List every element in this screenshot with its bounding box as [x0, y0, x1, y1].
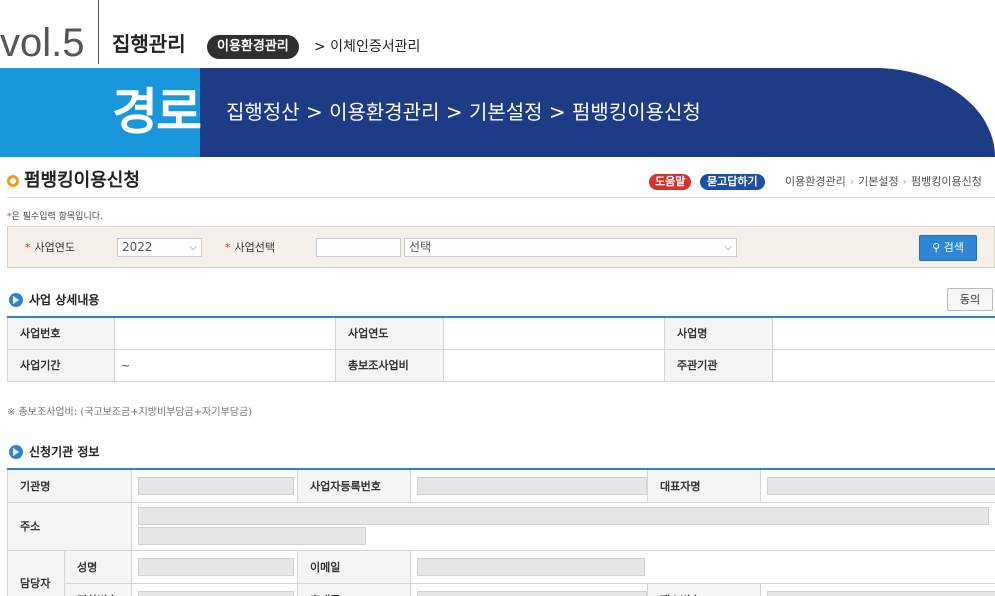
fax-label: 팩스번호 — [647, 582, 761, 596]
bizno-label: 사업자등록번호 — [297, 468, 411, 503]
year-select[interactable]: 2022 ⌵ — [117, 238, 202, 257]
manager-name-label: 성명 — [64, 549, 132, 584]
detail-value — [443, 348, 665, 382]
sub-breadcrumb: > 이체인증서관리 — [314, 39, 421, 55]
detail-label: 사업번호 — [7, 316, 115, 350]
table-row: 기관명 사업자등록번호 대표자명 — [7, 468, 995, 503]
qa-button[interactable]: 묻고답하기 — [700, 174, 765, 190]
email-field[interactable] — [417, 557, 645, 576]
table-row: 담당자 성명 이메일 — [7, 549, 995, 596]
detail-label: 주관기관 — [664, 348, 773, 382]
year-label: * 사업연도 — [25, 241, 75, 254]
bizno-field[interactable] — [417, 476, 647, 495]
search-button[interactable]: ⚲ 검색 — [919, 235, 977, 261]
detail-label: 사업연도 — [335, 316, 444, 350]
mobile-label: 휴대폰 — [297, 582, 411, 596]
org-table: 기관명 사업자등록번호 대표자명 주소 담당자 성명 이메일 전화번호 휴대폰 … — [7, 468, 995, 596]
table-row: 사업기간 ~ 총보조사업비 주관기관 — [7, 348, 995, 382]
section-arrow-icon — [9, 445, 23, 459]
chevron-right-icon: › — [849, 175, 855, 188]
detail-value — [772, 348, 995, 382]
detail-value — [114, 316, 336, 350]
mobile-field[interactable] — [417, 590, 647, 596]
org-name-field[interactable] — [138, 476, 294, 495]
manager-name-field[interactable] — [138, 557, 294, 576]
chevron-right-icon: › — [902, 175, 908, 188]
detail-label: 총보조사업비 — [335, 348, 444, 382]
org-name-label: 기관명 — [7, 468, 132, 503]
table-row: 전화번호 휴대폰 팩스번호 — [8, 582, 995, 596]
chevron-down-icon: ⌵ — [189, 242, 197, 253]
chapter-title: 집행관리 — [112, 32, 186, 56]
breadcrumb-item[interactable]: 기본설정 — [858, 175, 898, 188]
page-title: 펌뱅킹이용신청 — [24, 170, 140, 191]
search-panel: * 사업연도 2022 ⌵ * 사업선택 선택 ⌵ ⚲ 검색 — [7, 226, 995, 268]
agree-button[interactable]: 동의 — [947, 288, 993, 311]
title-bullet-icon — [7, 175, 19, 187]
business-select[interactable]: 선택 ⌵ — [404, 238, 737, 257]
subsidy-note: ※ 총보조사업비: (국고보조금+지방비부담금+자기부담금) — [7, 407, 253, 418]
business-code-input[interactable] — [316, 238, 401, 257]
section-chip: 이용환경관리 — [207, 35, 299, 59]
address-label: 주소 — [7, 501, 132, 551]
table-row: 사업번호 사업연도 사업명 — [7, 316, 995, 350]
address-field[interactable] — [138, 507, 989, 525]
org-section-title: 신청기관 정보 — [29, 445, 100, 459]
route-title: 경로 — [112, 83, 202, 141]
address-detail-field[interactable] — [138, 527, 366, 545]
breadcrumb-item[interactable]: 이용환경관리 — [785, 175, 846, 188]
table-row: 주소 — [7, 501, 995, 551]
detail-label: 사업명 — [664, 316, 773, 350]
route-path: 집행정산 > 이용환경관리 > 기본설정 > 펌뱅킹이용신청 — [226, 100, 701, 124]
manager-label: 담당자 — [7, 549, 65, 596]
fax-field[interactable] — [767, 590, 995, 596]
breadcrumb: 이용환경관리 › 기본설정 › 펌뱅킹이용신청 — [785, 175, 982, 189]
search-icon: ⚲ — [932, 241, 941, 254]
phone-field[interactable] — [138, 590, 294, 596]
email-label: 이메일 — [297, 549, 411, 584]
phone-label: 전화번호 — [64, 582, 132, 596]
detail-table: 사업번호 사업연도 사업명 사업기간 ~ 총보조사업비 주관기관 — [7, 316, 995, 382]
route-banner: 경로 집행정산 > 이용환경관리 > 기본설정 > 펌뱅킹이용신청 — [0, 68, 995, 157]
business-label: * 사업선택 — [225, 241, 275, 254]
required-note: *은 필수입력 항목입니다. — [7, 212, 103, 222]
detail-label: 사업기간 — [7, 348, 115, 382]
ceo-field[interactable] — [767, 476, 995, 495]
top-header: vol.5 집행관리 이용환경관리 > 이체인증서관리 — [0, 0, 995, 68]
divider — [7, 197, 995, 198]
chevron-down-icon: ⌵ — [724, 242, 732, 253]
detail-value: ~ — [114, 348, 336, 382]
detail-value — [772, 316, 995, 350]
help-button[interactable]: 도움말 — [649, 174, 692, 190]
detail-value — [443, 316, 665, 350]
breadcrumb-item[interactable]: 펌뱅킹이용신청 — [911, 175, 982, 188]
volume-label: vol.5 — [0, 21, 85, 65]
section-arrow-icon — [9, 293, 23, 307]
header-divider — [98, 0, 99, 64]
detail-section-title: 사업 상세내용 — [29, 293, 100, 307]
ceo-label: 대표자명 — [647, 468, 761, 503]
